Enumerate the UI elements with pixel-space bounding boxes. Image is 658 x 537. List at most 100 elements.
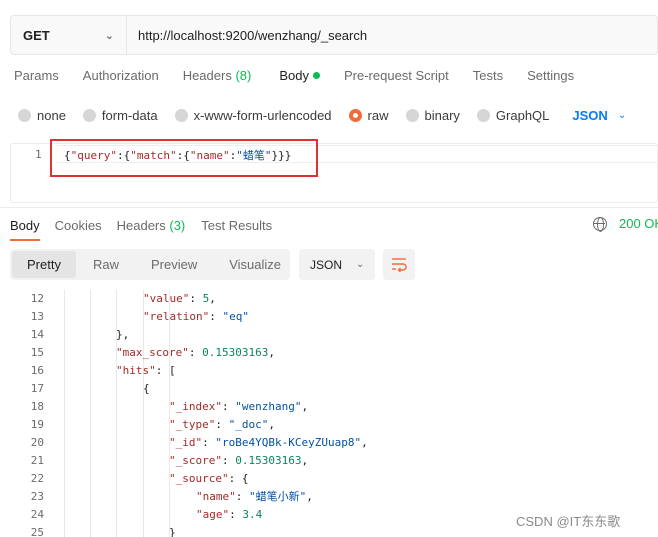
response-format-select[interactable]: JSON ⌄ — [299, 249, 375, 280]
view-tab-preview[interactable]: Preview — [136, 251, 212, 278]
code-line: 17 { — [0, 380, 658, 398]
chevron-down-icon: ⌄ — [104, 29, 114, 42]
json-value: "eq" — [222, 310, 249, 323]
json-key: "value" — [143, 292, 190, 305]
json-key: "name" — [196, 490, 236, 503]
chevron-down-icon: ⌄ — [356, 259, 365, 270]
json-value: 3.4 — [242, 508, 263, 521]
response-tab-test-results[interactable]: Test Results — [201, 218, 272, 233]
url-input[interactable]: http://localhost:9200/wenzhang/_search — [127, 16, 657, 54]
code-text: "_type": "_doc", — [169, 418, 275, 431]
response-tabs: Body Cookies Headers (3) Test Results — [0, 217, 272, 233]
code-text: "_index": "wenzhang", — [169, 400, 309, 413]
tab-authorization[interactable]: Authorization — [59, 68, 159, 92]
json-key: "hits" — [116, 364, 156, 377]
tab-params[interactable]: Params — [0, 68, 59, 92]
response-status: 200 OK — [593, 216, 658, 232]
line-number: 1 — [35, 148, 42, 161]
code-line: 14}, — [0, 326, 658, 344]
body-format-select[interactable]: JSON ⌄ — [572, 108, 626, 123]
code-line: 16 "hits": [ — [0, 362, 658, 380]
json-value: "wenzhang" — [235, 400, 302, 413]
code-line: 12 "value": 5, — [0, 290, 658, 308]
wrap-lines-icon — [392, 258, 407, 272]
code-text: "max_score": 0.15303163, — [116, 346, 275, 359]
view-mode-tabs: Pretty Raw Preview Visualize — [10, 249, 290, 280]
json-value: 0.15303163 — [235, 454, 302, 467]
tab-body-label: Body — [279, 68, 309, 83]
globe-icon[interactable] — [593, 216, 607, 232]
radio-circle — [82, 108, 96, 122]
line-number: 13 — [30, 310, 44, 323]
line-number: 23 — [30, 490, 44, 503]
radio-circle — [18, 108, 31, 122]
line-number: 14 — [30, 328, 44, 341]
radio-graphql-label: GraphQL — [495, 107, 550, 123]
code-line: 20 "_id": "roBe4YQBk-KCeyZUuap8", — [0, 434, 658, 452]
radio-urlencoded[interactable]: x-www-form-urlencoded — [174, 107, 332, 123]
code-text: } — [169, 526, 176, 537]
code-line: 19 "_type": "_doc", — [0, 416, 658, 434]
code-text: "_source": { — [169, 472, 249, 485]
radio-urlencoded-label: x-www-form-urlencoded — [193, 107, 332, 123]
line-number: 16 — [30, 364, 44, 377]
response-tab-headers-count: (3) — [169, 217, 186, 233]
radio-form-data[interactable]: form-data — [82, 108, 158, 123]
line-number: 19 — [30, 418, 44, 431]
json-key: "max_score" — [116, 346, 189, 359]
tab-tests[interactable]: Tests — [449, 68, 503, 92]
code-text: { — [143, 382, 150, 395]
radio-none[interactable]: none — [18, 108, 66, 123]
radio-raw-label: raw — [367, 107, 389, 123]
tab-settings[interactable]: Settings — [503, 68, 574, 92]
response-tab-headers[interactable]: Headers (3) — [117, 218, 186, 233]
body-format-label: JSON — [572, 107, 608, 123]
view-tab-raw[interactable]: Raw — [78, 251, 134, 278]
line-number: 22 — [30, 472, 44, 485]
tab-body[interactable]: Body — [251, 68, 320, 92]
code-line: 21 "_score": 0.15303163, — [0, 452, 658, 470]
radio-circle — [174, 108, 188, 122]
chevron-down-icon: ⌄ — [617, 109, 627, 121]
line-number: 18 — [30, 400, 44, 413]
radio-graphql[interactable]: GraphQL — [476, 107, 550, 123]
code-line: 23 "name": "蜡笔小新", — [0, 488, 658, 506]
json-key: "_type" — [169, 418, 216, 431]
response-tab-body[interactable]: Body — [10, 218, 40, 233]
view-tab-visualize[interactable]: Visualize — [214, 251, 296, 278]
code-line: 15 "max_score": 0.15303163, — [0, 344, 658, 362]
line-number: 24 — [30, 508, 44, 521]
code-text: "_id": "roBe4YQBk-KCeyZUuap8", — [169, 436, 368, 449]
response-body-viewer[interactable]: 12 "value": 5, 13 "relation": "eq" 14}, 15 "ma… — [0, 290, 658, 537]
json-key: "_source" — [169, 472, 229, 485]
radio-circle — [405, 108, 419, 122]
code-line: 22 "_source": { — [0, 470, 658, 488]
wrap-lines-button[interactable] — [383, 249, 415, 280]
json-value: "roBe4YQBk-KCeyZUuap8" — [215, 436, 362, 449]
radio-raw[interactable]: raw — [348, 107, 389, 123]
tab-headers[interactable]: Headers (8) — [159, 68, 252, 92]
radio-binary-label: binary — [424, 107, 460, 123]
line-number: 17 — [30, 382, 44, 395]
watermark: CSDN @IT东东歌 — [516, 514, 621, 529]
response-format-label: JSON — [310, 257, 343, 272]
json-value: "_doc" — [228, 418, 269, 431]
code-text: "relation": "eq" — [143, 310, 249, 323]
tab-pre-request-script[interactable]: Pre-request Script — [320, 68, 449, 92]
code-text: "age": 3.4 — [196, 508, 263, 521]
tab-headers-label: Headers — [182, 68, 232, 83]
view-tab-pretty[interactable]: Pretty — [12, 251, 76, 278]
line-number: 25 — [30, 526, 44, 537]
code-text: "hits": [ — [116, 364, 176, 377]
radio-binary[interactable]: binary — [405, 107, 460, 123]
method-select[interactable]: GET ⌄ — [11, 16, 127, 54]
json-key: "_index" — [169, 400, 222, 413]
code-text: "name": "蜡笔小新", — [196, 490, 313, 503]
tab-headers-count: (8) — [235, 68, 252, 83]
line-number: 20 — [30, 436, 44, 449]
status-code[interactable]: 200 OK — [619, 216, 658, 231]
response-tab-cookies[interactable]: Cookies — [55, 218, 102, 233]
code-text: }, — [116, 328, 130, 341]
json-value: 5 — [202, 292, 210, 305]
line-number: 15 — [30, 346, 44, 359]
